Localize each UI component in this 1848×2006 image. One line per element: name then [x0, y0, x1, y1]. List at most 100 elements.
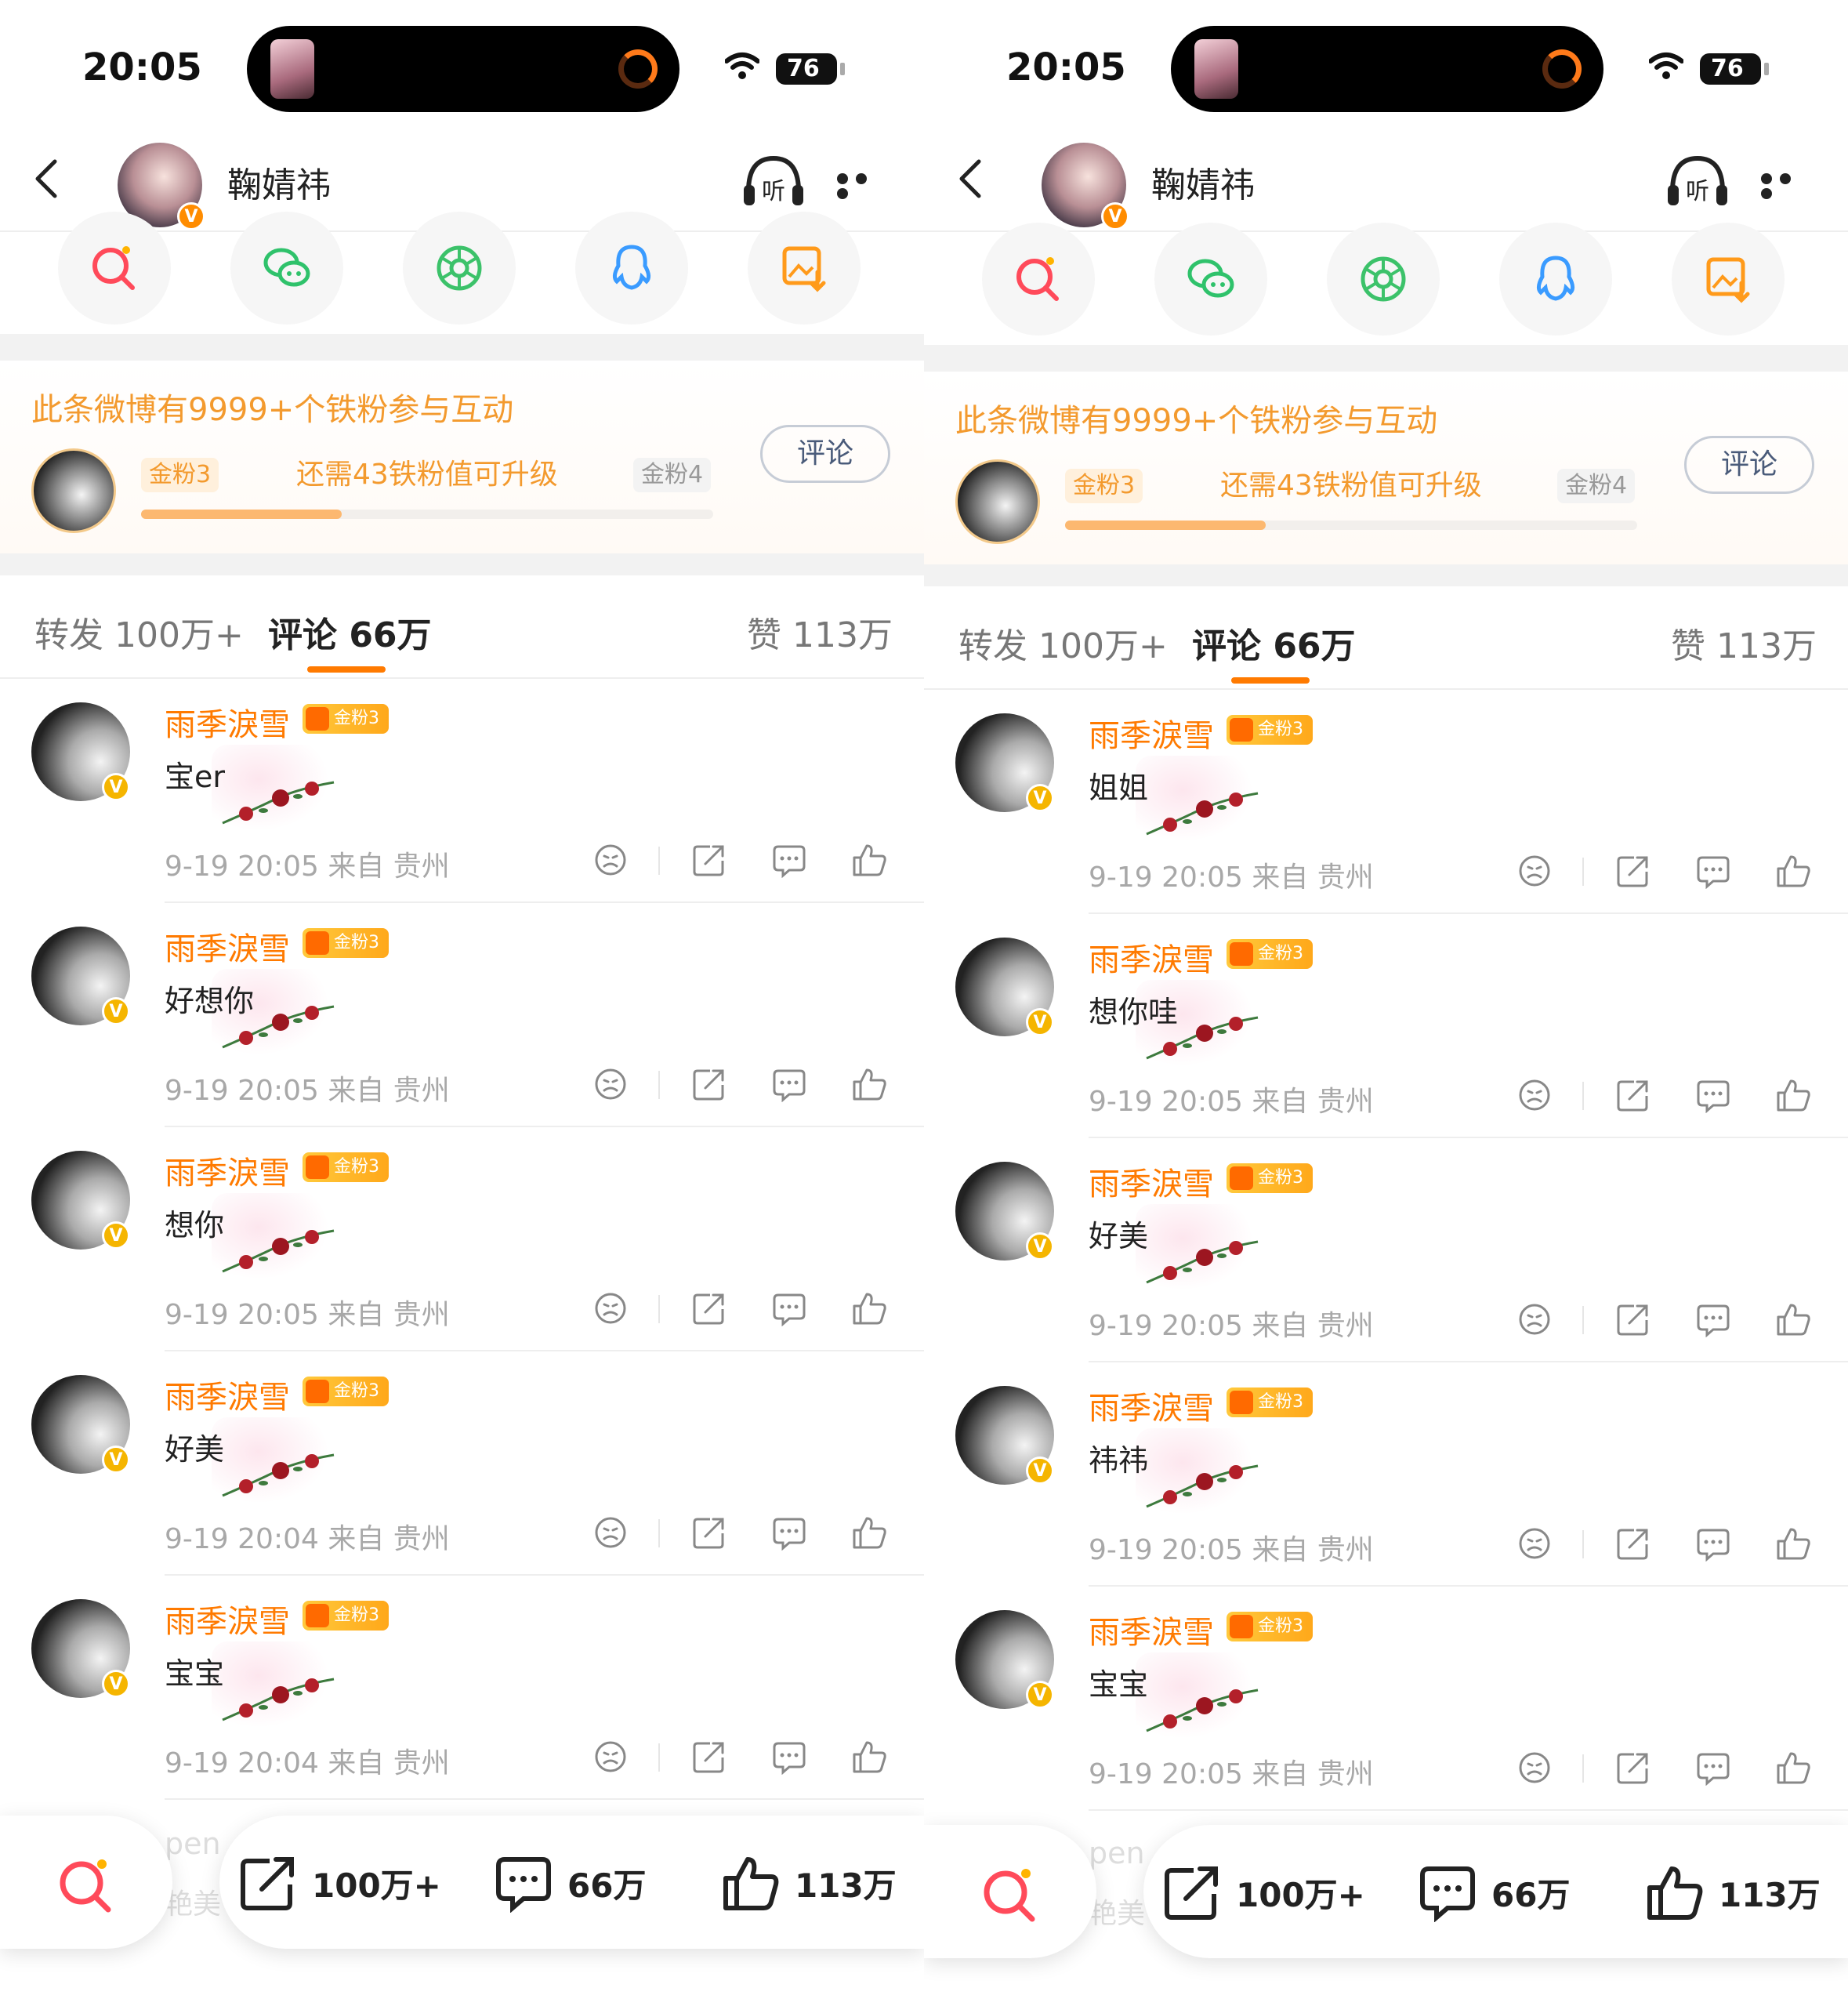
reply-icon[interactable]	[771, 1290, 807, 1327]
commenter-name[interactable]: 雨季淚雪	[165, 923, 290, 969]
back-icon[interactable]	[25, 155, 72, 202]
reply-icon[interactable]	[771, 1739, 807, 1776]
bottom-like-button[interactable]: 113万	[721, 1853, 897, 1913]
tab-repost[interactable]: 转发 100万+	[958, 618, 1168, 668]
reply-icon[interactable]	[1695, 1750, 1731, 1787]
commenter-avatar[interactable]: V	[955, 1610, 1054, 1709]
commenter-name[interactable]: 雨季淚雪	[165, 1372, 290, 1417]
comment-item[interactable]: V 雨季淚雪 金粉3 宝er 9-19 20:05 来自 贵州	[0, 679, 924, 903]
comment-item[interactable]: V 雨季淚雪 金粉3 想你 9-19 20:05 来自 贵州	[0, 1127, 924, 1351]
dislike-icon[interactable]	[1516, 1077, 1553, 1113]
commenter-avatar[interactable]: V	[955, 713, 1054, 812]
author-name[interactable]: 鞠婧祎	[227, 157, 331, 207]
tab-like[interactable]: 赞 113万	[747, 607, 893, 657]
like-icon[interactable]	[851, 1739, 887, 1775]
more-options-icon[interactable]	[1761, 172, 1816, 199]
reply-icon[interactable]	[1695, 1525, 1731, 1562]
commenter-name[interactable]: 雨季淚雪	[1089, 934, 1214, 980]
dislike-icon[interactable]	[592, 1514, 629, 1551]
dislike-icon[interactable]	[1516, 853, 1553, 889]
commenter-name[interactable]: 雨季淚雪	[1089, 710, 1214, 756]
commenter-avatar[interactable]: V	[955, 938, 1054, 1036]
reply-icon[interactable]	[771, 1514, 807, 1551]
share-qq-button[interactable]	[1499, 223, 1612, 336]
like-icon[interactable]	[1775, 853, 1811, 889]
like-icon[interactable]	[1775, 1525, 1811, 1562]
share-moments-button[interactable]	[1327, 223, 1440, 336]
tab-like[interactable]: 赞 113万	[1671, 618, 1817, 668]
share-moments-button[interactable]	[403, 212, 516, 325]
share-search-button[interactable]	[58, 212, 171, 325]
comment-item[interactable]: V 雨季淚雪 金粉3 姐姐 9-19 20:05 来自 贵州	[924, 690, 1848, 914]
share-comment-icon[interactable]	[691, 842, 727, 878]
like-icon[interactable]	[851, 1066, 887, 1102]
commenter-name[interactable]: 雨季淚雪	[165, 1148, 290, 1193]
comment-item[interactable]: V 雨季淚雪 金粉3 宝宝 9-19 20:05 来自 贵州	[924, 1587, 1848, 1811]
share-search-button[interactable]	[982, 223, 1095, 336]
bottom-comment-button[interactable]: 66万	[494, 1853, 646, 1913]
commenter-name[interactable]: 雨季淚雪	[165, 699, 290, 745]
save-image-button[interactable]	[1672, 223, 1785, 336]
search-float-button[interactable]	[0, 1816, 172, 1949]
share-comment-icon[interactable]	[1615, 1077, 1651, 1113]
comment-item[interactable]: V 雨季淚雪 金粉3 祎祎 9-19 20:05 来自 贵州	[924, 1362, 1848, 1587]
reply-icon[interactable]	[1695, 1077, 1731, 1114]
bottom-like-button[interactable]: 113万	[1645, 1863, 1821, 1922]
dislike-icon[interactable]	[592, 1739, 629, 1775]
comment-item[interactable]: V 雨季淚雪 金粉3 好美 9-19 20:05 来自 贵州	[924, 1138, 1848, 1362]
author-avatar[interactable]: V	[1042, 143, 1129, 230]
author-name[interactable]: 鞠婧祎	[1151, 157, 1255, 207]
dislike-icon[interactable]	[1516, 1750, 1553, 1786]
share-comment-icon[interactable]	[1615, 1301, 1651, 1337]
commenter-name[interactable]: 雨季淚雪	[1089, 1159, 1214, 1204]
dislike-icon[interactable]	[592, 842, 629, 878]
commenter-avatar[interactable]: V	[31, 1151, 130, 1250]
fan-comment-button[interactable]: 评论	[760, 425, 890, 483]
tab-repost[interactable]: 转发 100万+	[34, 607, 244, 657]
share-comment-icon[interactable]	[691, 1514, 727, 1551]
share-comment-icon[interactable]	[691, 1739, 727, 1775]
bottom-repost-button[interactable]: 100万+	[238, 1853, 441, 1913]
fan-comment-button[interactable]: 评论	[1684, 436, 1814, 494]
like-icon[interactable]	[1775, 1077, 1811, 1113]
like-icon[interactable]	[851, 1290, 887, 1326]
like-icon[interactable]	[1775, 1301, 1811, 1337]
share-comment-icon[interactable]	[691, 1066, 727, 1102]
share-comment-icon[interactable]	[691, 1290, 727, 1326]
more-options-icon[interactable]	[837, 172, 892, 199]
reply-icon[interactable]	[1695, 853, 1731, 890]
like-icon[interactable]	[851, 842, 887, 878]
comment-item[interactable]: V 雨季淚雪 金粉3 想你哇 9-19 20:05 来自 贵州	[924, 914, 1848, 1138]
bottom-repost-button[interactable]: 100万+	[1162, 1863, 1365, 1922]
dislike-icon[interactable]	[592, 1290, 629, 1326]
commenter-avatar[interactable]: V	[31, 927, 130, 1025]
commenter-name[interactable]: 雨季淚雪	[1089, 1607, 1214, 1652]
dislike-icon[interactable]	[1516, 1525, 1553, 1562]
commenter-avatar[interactable]: V	[955, 1162, 1054, 1261]
commenter-name[interactable]: 雨季淚雪	[165, 1596, 290, 1641]
comment-item[interactable]: V 雨季淚雪 金粉3 宝宝 9-19 20:04 来自 贵州	[0, 1576, 924, 1800]
reply-icon[interactable]	[1695, 1301, 1731, 1338]
reply-icon[interactable]	[771, 1066, 807, 1103]
dislike-icon[interactable]	[1516, 1301, 1553, 1337]
share-comment-icon[interactable]	[1615, 853, 1651, 889]
share-qq-button[interactable]	[575, 212, 688, 325]
commenter-avatar[interactable]: V	[31, 1599, 130, 1698]
share-comment-icon[interactable]	[1615, 1525, 1651, 1562]
like-icon[interactable]	[851, 1514, 887, 1551]
commenter-avatar[interactable]: V	[31, 1375, 130, 1474]
listen-headphones-icon[interactable]: 听	[741, 152, 806, 209]
bottom-comment-button[interactable]: 66万	[1418, 1863, 1570, 1922]
dynamic-island[interactable]	[1171, 26, 1603, 112]
back-icon[interactable]	[949, 155, 996, 202]
listen-headphones-icon[interactable]: 听	[1665, 152, 1730, 209]
dislike-icon[interactable]	[592, 1066, 629, 1102]
share-comment-icon[interactable]	[1615, 1750, 1651, 1786]
search-float-button[interactable]	[924, 1825, 1096, 1958]
share-wechat-button[interactable]	[1154, 223, 1267, 336]
comment-item[interactable]: V 雨季淚雪 金粉3 好想你 9-19 20:05 来自 贵州	[0, 903, 924, 1127]
commenter-name[interactable]: 雨季淚雪	[1089, 1383, 1214, 1428]
like-icon[interactable]	[1775, 1750, 1811, 1786]
commenter-avatar[interactable]: V	[955, 1386, 1054, 1485]
comment-item[interactable]: V 雨季淚雪 金粉3 好美 9-19 20:04 来自 贵州	[0, 1351, 924, 1576]
